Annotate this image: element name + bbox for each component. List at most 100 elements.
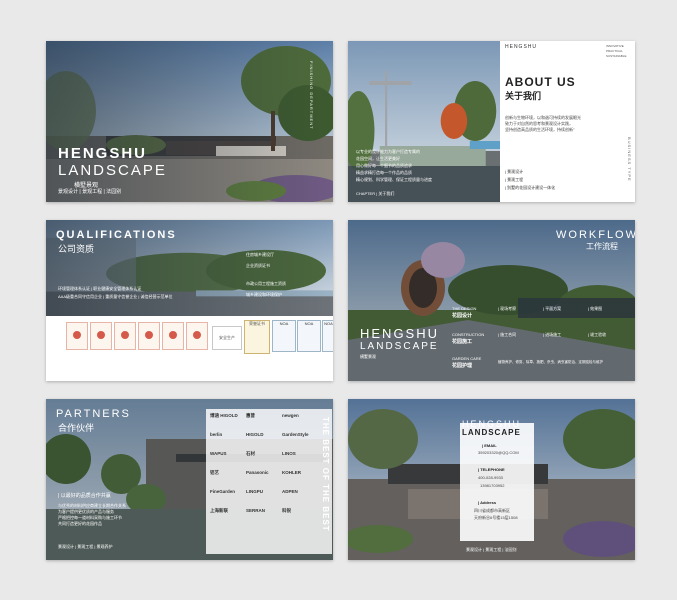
partner-logo: 科锐 [282, 508, 291, 513]
workflow-step2-cn: 花园施工 [452, 339, 473, 345]
partner-logo: LINGPU [246, 489, 264, 494]
card-workflow: WORKFLOW 工作流程 HENGSHU LANDSCAPE 横墅景观 THE… [348, 220, 635, 381]
workflow-step1-col1: | 现场考察 [498, 306, 517, 311]
workflow-brand: HENGSHU [360, 326, 440, 341]
seal-icon [145, 331, 153, 339]
workflow-step2-col2: | 进场施工 [543, 332, 562, 337]
partner-logo: KOHLER [282, 470, 301, 475]
about-intro-3: 坚持创造高品质的生活环境，持续创新" [505, 127, 575, 132]
cover-tags: 景观设计 | 景观工程 | 法园别 [58, 189, 122, 195]
card-partners: PARTNERS 合作伙伴 | 以最好的品质合作共赢 与优秀的材料供应商建立长期… [46, 399, 333, 560]
about-brand: HENGSHU [505, 44, 538, 50]
contact-phone-2: 13981703952 [480, 483, 505, 488]
about-overlay-4: 精益求精打造每一个作品的品质 [356, 170, 412, 175]
card-cover: HENGSHU LANDSCAPE 横墅景观 景观设计 | 景观工程 | 法园别… [46, 41, 333, 202]
workflow-brand-sub: LANDSCAPE [360, 341, 439, 352]
certificate-5 [162, 322, 184, 350]
qualifications-line-2: AAA级重合同守信用企业 | 重质量守信誉企业 | 诚信经营示范单位 [58, 294, 173, 299]
contact-phone-label: | TELEPHONE [478, 467, 505, 472]
workflow-title-en: WORKFLOW [556, 229, 635, 241]
about-corner-1: INNOVATIVE [606, 44, 624, 48]
partner-logo: FineGarden [210, 489, 236, 494]
cover-title: HENGSHU [58, 145, 148, 162]
about-overlay-5: 精心规划、科学管理、保证工程质量与进度 [356, 177, 432, 182]
about-chapter: CHAPTER | 关于我们 [356, 191, 395, 196]
certificate-noa-1: NOA [272, 320, 296, 352]
contact-brand-sub: LANDSCAPE [462, 428, 521, 437]
page: { "card1": { "title": "HENGSHU", "subtit… [0, 0, 677, 600]
partners-tags: 景观设计 | 景观工程 | 景观养护 [58, 544, 113, 549]
partners-vertical-text: THE BEST OF THE BEST [321, 417, 330, 532]
certificate-6 [186, 322, 208, 350]
cover-cn-name: 横墅景观 [74, 183, 99, 189]
certificate-honor-label: 荣誉证书 [249, 321, 265, 326]
about-service-2: | 景观工程 [505, 177, 524, 182]
certificate-noa-1-label: NOA [279, 321, 289, 326]
partner-logo: 博涵 HIGOLD [210, 413, 238, 418]
partners-logo-grid: 博涵 HIGOLD 惠普 newgen berlin HIGOLD Garden… [210, 413, 318, 527]
about-title-en: ABOUT US [505, 75, 576, 89]
contact-phone-1: 400-028-9933 [478, 475, 503, 480]
qualifications-right-1: 住房城乡建设厅 [246, 252, 274, 257]
partner-logo: 石材 [246, 451, 255, 456]
workflow-step1-col3: | 效果图 [588, 306, 603, 311]
contact-address-label: | Address [478, 500, 497, 505]
certificate-noa-2-label: NOA [304, 321, 314, 326]
certificate-noa-3: NOA [322, 320, 333, 352]
cover-vertical-text: FINISHING DEPARTMENT [309, 61, 314, 130]
about-vertical-text: BUSINESS TYPE [627, 137, 632, 182]
partner-logo: WAPUS [210, 451, 227, 456]
partner-logo: ADPEN [282, 489, 298, 494]
qualifications-right-4: 城乡建设和环境保护 [246, 292, 282, 297]
contact-tags: 景观设计 | 景观工程 | 法园别 [466, 547, 517, 552]
certificate-4 [138, 322, 160, 350]
partner-logo: berlin [210, 432, 223, 437]
partners-body-4: 共同打造更好的花园作品 [58, 521, 102, 526]
partner-logo: newgen [282, 413, 299, 418]
workflow-step1-cn: 花园设计 [452, 313, 473, 319]
contact-address-2: 天府新谷6号楼15层1508 [474, 515, 518, 520]
card-about: 以专业的设计能力为客户打造专属的 花园空间，让生活更美好 用心做好每一个细节的品… [348, 41, 635, 202]
workflow-step2-col3: | 竣工验收 [588, 332, 607, 337]
about-overlay-2: 花园空间，让生活更美好 [356, 156, 400, 161]
seal-icon [73, 331, 81, 339]
about-overlay-1: 以专业的设计能力为客户打造专属的 [356, 149, 420, 154]
workflow-step2-col1: | 施工合同 [498, 332, 517, 337]
seal-icon [193, 331, 201, 339]
partner-logo: GardenStyle [282, 432, 309, 437]
certificate-honor: 荣誉证书 [244, 320, 270, 354]
contact-panel [460, 423, 534, 541]
certificate-noa-3-label: NOA [324, 321, 333, 326]
about-overlay-3: 用心做好每一个细节的品质追求 [356, 163, 412, 168]
partners-title-en: PARTNERS [56, 408, 131, 420]
partner-logo: 铝艺 [210, 470, 219, 475]
partners-title-cn: 合作伙伴 [58, 423, 95, 433]
contact-email: 359203320@QQ.COM [478, 450, 519, 455]
qualifications-right-3: 市政公用工程施工资质 [246, 281, 286, 286]
workflow-step3-desc: 植物养护、修剪、除草、施肥、杀虫、病虫害防治、定期巡检与维护 [498, 360, 603, 364]
qualifications-title-en: QUALIFICATIONS [56, 229, 177, 241]
seal-icon [97, 331, 105, 339]
workflow-title-cn: 工作流程 [586, 242, 618, 251]
workflow-step1-col2: | 平面方案 [543, 306, 562, 311]
card-qualifications: QUALIFICATIONS 公司资质 环境管理体系认证 | 职业健康安全管理体… [46, 220, 333, 381]
certificate-1 [66, 322, 88, 350]
about-corner-3: SUSTAINABLE [606, 54, 627, 58]
contact-address-1: 四川省成都市高新区 [474, 508, 510, 513]
cover-subtitle: LANDSCAPE [58, 162, 167, 179]
workflow-brand-cn: 横墅景观 [360, 354, 376, 359]
workflow-step3-cn: 花园护理 [452, 363, 473, 369]
about-corner-2: PRACTICAL [606, 49, 623, 53]
qualifications-right-2: 企业资质证书 [246, 263, 270, 268]
card-contact: HENGSHU LANDSCAPE | EMAIL 359203320@QQ.C… [348, 399, 635, 560]
certificate-safety: 安全生产 [212, 326, 242, 350]
qualifications-title-cn: 公司资质 [58, 244, 95, 254]
partner-logo: 惠普 [246, 413, 255, 418]
certificate-2 [90, 322, 112, 350]
partners-slogan: | 以最好的品质合作共赢 [58, 493, 111, 499]
partner-logo: LINOS [282, 451, 296, 456]
certificate-3 [114, 322, 136, 350]
about-service-3: | 别墅的花园设计建设一体化 [505, 185, 556, 190]
seal-icon [121, 331, 129, 339]
contact-email-label: | EMAIL [482, 443, 497, 448]
